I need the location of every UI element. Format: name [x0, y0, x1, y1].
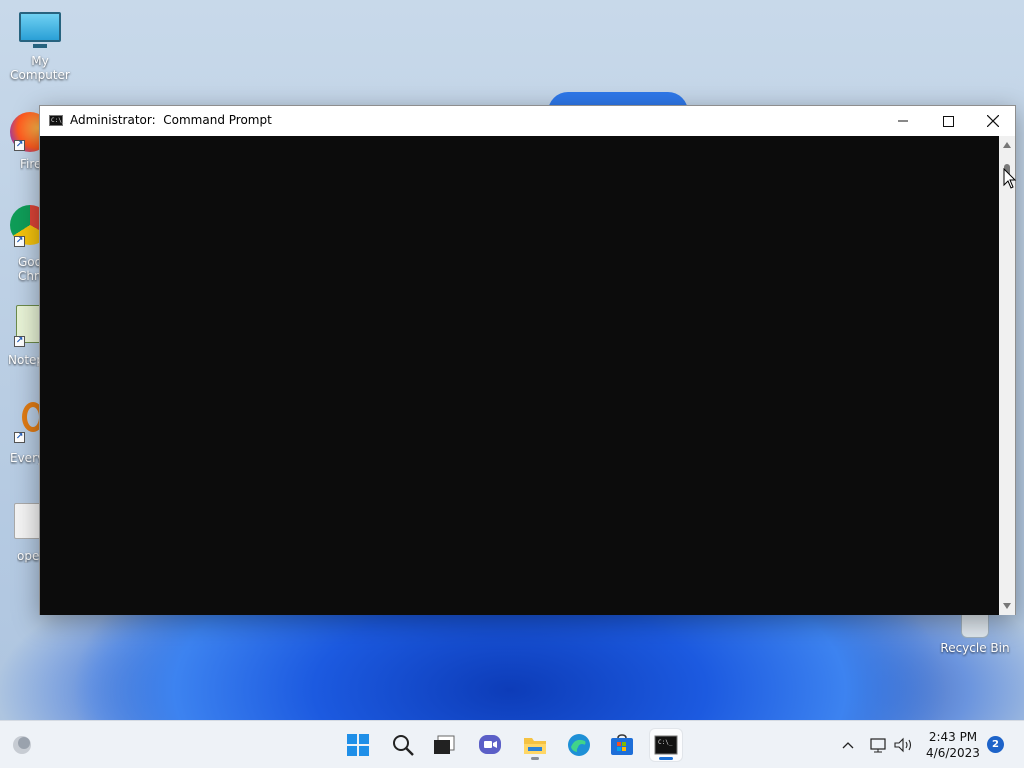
- teams-button[interactable]: [474, 729, 506, 761]
- active-indicator: [659, 757, 673, 760]
- chat-camera-icon: [479, 735, 501, 754]
- svg-text:C:\_: C:\_: [658, 739, 673, 746]
- edge-icon: [568, 734, 590, 756]
- task-view-button[interactable]: [428, 729, 460, 761]
- shortcut-arrow-icon: ↗: [14, 336, 25, 347]
- maximize-icon: [942, 115, 954, 127]
- notification-badge[interactable]: 2: [987, 736, 1004, 753]
- window-titlebar[interactable]: C:\_ Administrator: Command Prompt: [40, 106, 1015, 136]
- network-icon: [870, 738, 886, 753]
- speaker-icon: [894, 737, 912, 753]
- start-button[interactable]: [342, 729, 374, 761]
- running-indicator: [531, 757, 539, 760]
- store-button[interactable]: [606, 729, 638, 761]
- show-hidden-icons-button[interactable]: [838, 735, 858, 755]
- close-button[interactable]: [970, 106, 1016, 136]
- weather-widget-icon: [13, 736, 31, 754]
- command-prompt-window: C:\_ Administrator: Command Prompt: [39, 105, 1016, 615]
- folder-icon: [524, 738, 546, 754]
- desktop-icon-label: My Computer: [10, 54, 70, 82]
- file-explorer-button[interactable]: [519, 729, 551, 761]
- scroll-up-icon[interactable]: [1003, 142, 1011, 148]
- edge-button[interactable]: [563, 729, 595, 761]
- chevron-up-icon: [842, 742, 854, 749]
- clock-time: 2:43 PM: [928, 730, 978, 744]
- scroll-down-icon[interactable]: [1003, 603, 1011, 609]
- command-prompt-button[interactable]: C:\_: [650, 729, 682, 761]
- widgets-button[interactable]: [6, 729, 38, 761]
- windows-logo-icon: [347, 734, 369, 756]
- vertical-scrollbar[interactable]: [999, 136, 1015, 615]
- shortcut-arrow-icon: ↗: [14, 432, 25, 443]
- network-button[interactable]: [869, 735, 889, 755]
- window-title: Administrator: Command Prompt: [70, 113, 272, 127]
- shortcut-arrow-icon: ↗: [14, 140, 25, 151]
- minimize-icon: [898, 120, 908, 122]
- close-icon: [987, 115, 999, 127]
- shortcut-arrow-icon: ↗: [14, 236, 25, 247]
- clock-date: 4/6/2023: [926, 746, 980, 760]
- desktop-icon-label: Recycle Bin: [940, 641, 1010, 655]
- search-icon: [393, 735, 414, 756]
- taskbar: C:\_ 2:43 PM 4/6/2023 2: [0, 720, 1024, 768]
- cmd-icon: C:\_: [654, 735, 678, 755]
- cmd-icon: C:\_: [49, 115, 66, 126]
- desktop-icon-recycle-bin[interactable]: Recycle Bin: [935, 612, 1015, 655]
- volume-button[interactable]: [894, 735, 914, 755]
- minimize-button[interactable]: [880, 106, 926, 136]
- console-output-area[interactable]: [40, 136, 999, 615]
- recycle-bin-icon: [961, 612, 989, 638]
- mouse-cursor-icon: [1003, 168, 1017, 189]
- computer-icon: [19, 12, 61, 48]
- store-icon: [611, 734, 633, 755]
- maximize-button[interactable]: [925, 106, 971, 136]
- search-button[interactable]: [387, 729, 419, 761]
- desktop-icon-my-computer[interactable]: My Computer: [0, 12, 80, 82]
- taskbar-clock[interactable]: 2:43 PM 4/6/2023: [922, 729, 984, 761]
- task-view-icon: [434, 735, 455, 754]
